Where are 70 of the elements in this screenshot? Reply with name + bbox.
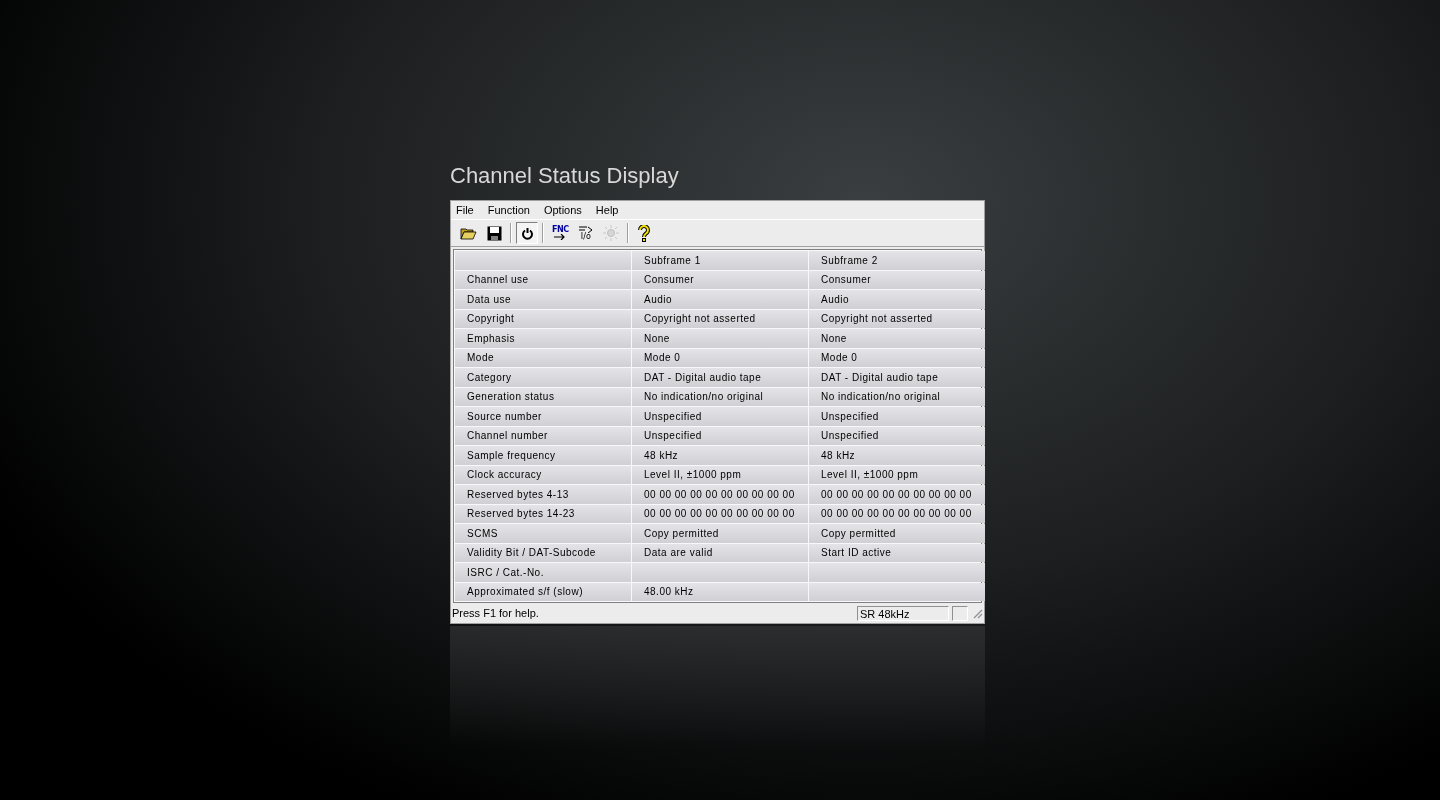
column-header: Subframe 1 bbox=[632, 251, 808, 270]
question-mark-icon bbox=[637, 224, 650, 242]
table-cell: 00 00 00 00 00 00 00 00 00 00 bbox=[632, 504, 808, 523]
table-cell: No indication/no original bbox=[809, 387, 985, 406]
row-label: Emphasis bbox=[455, 329, 631, 348]
row-label: Reserved bytes 4-13 bbox=[455, 485, 631, 504]
row-label: Reserved bytes 14-23 bbox=[455, 504, 631, 523]
row-label: SCMS bbox=[455, 524, 631, 543]
row-label: Approximated s/f (slow) bbox=[455, 582, 631, 601]
table-cell: None bbox=[809, 329, 985, 348]
table-cell: Unspecified bbox=[809, 426, 985, 445]
row-label: Channel use bbox=[455, 270, 631, 289]
status-panel bbox=[952, 605, 968, 621]
row-label: Generation status bbox=[455, 387, 631, 406]
arrow-icon bbox=[554, 234, 567, 240]
table-cell: Unspecified bbox=[809, 407, 985, 426]
table-cell: Level II, ±1000 ppm bbox=[632, 465, 808, 484]
row-label: Clock accuracy bbox=[455, 465, 631, 484]
row-label: Data use bbox=[455, 290, 631, 309]
row-label: Mode bbox=[455, 348, 631, 367]
table-cell: Copyright not asserted bbox=[809, 309, 985, 328]
menu-item[interactable]: Help bbox=[595, 201, 619, 219]
power-icon bbox=[520, 226, 534, 240]
row-label: Validity Bit / DAT-Subcode bbox=[455, 543, 631, 562]
row-label: ISRC / Cat.-No. bbox=[455, 563, 631, 582]
table-cell: Copyright not asserted bbox=[632, 309, 808, 328]
resize-grip-icon bbox=[971, 607, 983, 619]
status-message: Press F1 for help. bbox=[452, 605, 540, 621]
power-button[interactable] bbox=[516, 222, 538, 244]
table-cell: Start ID active bbox=[809, 543, 985, 562]
menu-item[interactable]: Options bbox=[543, 201, 582, 219]
function-button[interactable]: FNC bbox=[548, 222, 573, 244]
table-cell: Copy permitted bbox=[632, 524, 808, 543]
folder-icon bbox=[460, 226, 477, 240]
table-cell: Mode 0 bbox=[809, 348, 985, 367]
button-label: FNC bbox=[552, 226, 569, 234]
table-cell: 48 kHz bbox=[809, 446, 985, 465]
table-cell: DAT - Digital audio tape bbox=[809, 368, 985, 387]
table-cell: Copy permitted bbox=[809, 524, 985, 543]
row-label: Copyright bbox=[455, 309, 631, 328]
table-cell: Unspecified bbox=[632, 426, 808, 445]
page-heading: Channel Status Display bbox=[450, 162, 679, 190]
table-cell: Audio bbox=[809, 290, 985, 309]
row-label: Sample frequency bbox=[455, 446, 631, 465]
io-button[interactable]: I/o bbox=[574, 222, 597, 244]
table-cell: Mode 0 bbox=[632, 348, 808, 367]
table-cell: DAT - Digital audio tape bbox=[632, 368, 808, 387]
table-cell: 48 kHz bbox=[632, 446, 808, 465]
row-label: Category bbox=[455, 368, 631, 387]
row-label: Source number bbox=[455, 407, 631, 426]
table-cell: Data are valid bbox=[632, 543, 808, 562]
table-cell: None bbox=[632, 329, 808, 348]
table-cell: 00 00 00 00 00 00 00 00 00 00 bbox=[632, 485, 808, 504]
table-cell: Level II, ±1000 ppm bbox=[809, 465, 985, 484]
menu-item[interactable]: File bbox=[456, 201, 474, 219]
table-cell: Audio bbox=[632, 290, 808, 309]
status-panel: SR 48kHz bbox=[857, 605, 949, 621]
table-cell: Consumer bbox=[632, 270, 808, 289]
column-header: Subframe 2 bbox=[809, 251, 985, 270]
lines-icon bbox=[578, 225, 593, 233]
table-cell: No indication/no original bbox=[632, 387, 808, 406]
button-label: I/o bbox=[580, 232, 591, 241]
menu-item[interactable]: Function bbox=[487, 201, 530, 219]
table-cell: 00 00 00 00 00 00 00 00 00 00 bbox=[809, 504, 985, 523]
table-cell: Consumer bbox=[809, 270, 985, 289]
sun-icon bbox=[602, 225, 619, 241]
row-label: Channel number bbox=[455, 426, 631, 445]
table-cell: 00 00 00 00 00 00 00 00 00 00 bbox=[809, 485, 985, 504]
table-cell: 48.00 kHz bbox=[632, 582, 808, 601]
table-cell: Unspecified bbox=[632, 407, 808, 426]
